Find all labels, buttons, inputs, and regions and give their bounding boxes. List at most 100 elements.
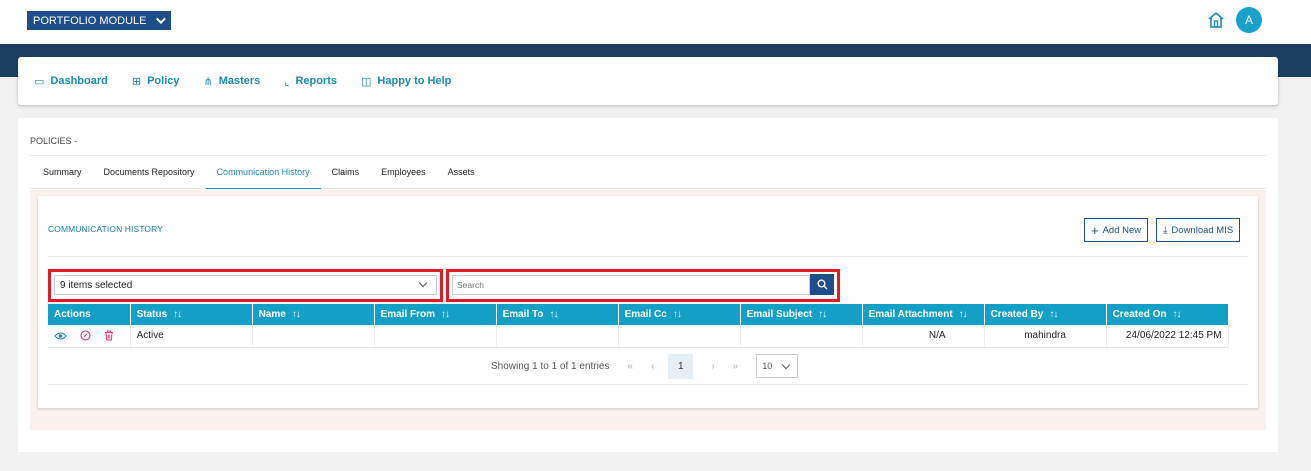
nav-item-reports[interactable]: ⌞ Reports (284, 75, 337, 88)
column-header-email-subject[interactable]: Email Subject ↑↓ (740, 304, 863, 325)
book-icon: ◫ (361, 75, 372, 88)
sort-icon: ↑↓ (1049, 309, 1058, 320)
top-bar: PORTFOLIO MODULE A (0, 0, 1311, 44)
tab-employees[interactable]: Employees (370, 155, 437, 189)
avatar-letter: A (1244, 13, 1253, 27)
communication-table: Actions Status ↑↓ Name ↑↓ Email From ↑↓ Ema… (48, 304, 1229, 348)
column-label: Email Subject (746, 309, 813, 320)
email-from-cell (374, 325, 497, 348)
chevron-down-icon (418, 278, 428, 288)
sort-icon: ↑↓ (441, 309, 450, 320)
column-label: Created By (990, 309, 1044, 320)
column-header-actions: Actions (48, 304, 131, 325)
status-cell: Active (130, 325, 253, 348)
module-dropdown-button[interactable]: PORTFOLIO MODULE (27, 11, 172, 30)
column-header-status[interactable]: Status ↑↓ (130, 304, 253, 325)
table-header-row: Actions Status ↑↓ Name ↑↓ Email From ↑↓ Ema… (48, 304, 1229, 325)
content-area: POLICIES - Summary Documents Repository … (18, 118, 1278, 452)
nav-item-label: Happy to Help (377, 75, 452, 87)
delete-icon[interactable] (104, 330, 114, 341)
created-by-cell: mahindra (984, 325, 1107, 348)
compass-icon[interactable] (80, 330, 91, 341)
column-header-created-on[interactable]: Created On ↑↓ (1106, 304, 1229, 325)
view-icon[interactable] (54, 331, 67, 341)
column-header-name[interactable]: Name ↑↓ (252, 304, 375, 325)
add-new-button[interactable]: + Add New (1084, 218, 1149, 242)
email-attachment-cell: N/A (862, 325, 985, 348)
avatar[interactable]: A (1236, 7, 1262, 33)
communication-history-panel: COMMUNICATION HISTORY + Add New ⤓ Downlo… (38, 196, 1258, 408)
add-new-label: Add New (1102, 224, 1142, 236)
prev-page-button[interactable]: ‹ (651, 361, 654, 372)
sort-icon: ↑↓ (672, 309, 682, 320)
pagination-info: Showing 1 to 1 of 1 entries (491, 360, 610, 372)
column-multiselect[interactable]: 9 items selected (54, 275, 437, 295)
column-label: Created On (1112, 309, 1167, 320)
name-cell (252, 325, 375, 348)
nav-item-masters[interactable]: ⋔ Masters (204, 75, 261, 88)
email-subject-cell (740, 325, 863, 348)
nav-item-label: Masters (218, 75, 261, 87)
tab-bar: Summary Documents Repository Communicati… (30, 155, 1266, 189)
table-row: Active N/A mahindra 24/06/2022 12:45 PM (48, 325, 1229, 348)
plus-icon: + (1091, 222, 1099, 238)
chevron-down-icon (781, 360, 791, 370)
column-header-email-to[interactable]: Email To ↑↓ (496, 304, 619, 325)
column-label: Email Cc (624, 309, 667, 320)
column-label: Name (258, 309, 286, 320)
column-label: Email Attachment (868, 309, 953, 320)
filter-row: 9 items selected (48, 256, 1248, 304)
grid-icon: ⊞ (131, 75, 142, 88)
email-to-cell (496, 325, 619, 348)
created-on-cell: 24/06/2022 12:45 PM (1106, 325, 1229, 348)
monitor-icon: ▭ (34, 75, 45, 88)
tab-documents-repository[interactable]: Documents Repository (93, 155, 206, 189)
module-label: PORTFOLIO MODULE (33, 14, 147, 27)
tab-communication-history[interactable]: Communication History (205, 155, 321, 189)
nav-item-happy-to-help[interactable]: ◫ Happy to Help (361, 75, 451, 88)
column-header-email-cc[interactable]: Email Cc ↑↓ (618, 304, 741, 325)
last-page-button[interactable]: » (733, 361, 739, 372)
column-label: Email From (380, 309, 436, 320)
nav-item-label: Dashboard (50, 75, 108, 87)
nav-item-dashboard[interactable]: ▭ Dashboard (34, 75, 108, 88)
column-header-email-attachment[interactable]: Email Attachment ↑↓ (862, 304, 985, 325)
column-label: Actions (54, 309, 91, 320)
sort-icon: ↑↓ (1172, 309, 1181, 320)
column-header-created-by[interactable]: Created By ↑↓ (984, 304, 1107, 325)
tab-summary[interactable]: Summary (30, 155, 93, 189)
main-nav: ▭ Dashboard ⊞ Policy ⋔ Masters ⌞ Reports… (18, 57, 1278, 105)
sort-icon: ↑↓ (818, 309, 827, 320)
nav-item-policy[interactable]: ⊞ Policy (132, 75, 180, 88)
page-size-value: 10 (762, 361, 773, 371)
divider (48, 384, 1248, 385)
sort-icon: ↑↓ (291, 309, 301, 320)
select-value: 9 items selected (60, 279, 133, 291)
chevron-down-icon (156, 14, 167, 25)
chart-icon: ⌞ (284, 75, 290, 88)
column-label: Status (136, 309, 168, 320)
sort-icon: ↑↓ (958, 309, 968, 320)
sort-icon: ↑↓ (173, 309, 182, 320)
home-icon[interactable] (1206, 10, 1226, 30)
page-title: POLICIES - (30, 136, 78, 146)
search-button[interactable] (810, 274, 834, 295)
column-header-email-from[interactable]: Email From ↑↓ (374, 304, 497, 325)
page-number-button[interactable]: 1 (668, 353, 694, 379)
next-page-button[interactable]: › (711, 361, 714, 372)
actions-cell (48, 325, 131, 348)
search-input[interactable] (452, 275, 810, 295)
download-label: Download MIS (1171, 224, 1234, 236)
search-icon (817, 279, 828, 290)
page-size-select[interactable]: 10 (756, 354, 799, 378)
pagination: Showing 1 to 1 of 1 entries « ‹ 1 › » 10 (491, 353, 799, 379)
first-page-button[interactable]: « (627, 361, 633, 372)
column-label: Email To (502, 309, 544, 320)
tab-content: COMMUNICATION HISTORY + Add New ⤓ Downlo… (30, 190, 1266, 430)
panel-title: COMMUNICATION HISTORY (48, 224, 163, 234)
tab-claims[interactable]: Claims (321, 155, 371, 189)
nav-item-label: Reports (295, 75, 338, 87)
download-mis-button[interactable]: ⤓ Download MIS (1156, 218, 1241, 242)
tab-assets[interactable]: Assets (437, 155, 486, 189)
column-select-highlight: 9 items selected (48, 269, 443, 302)
